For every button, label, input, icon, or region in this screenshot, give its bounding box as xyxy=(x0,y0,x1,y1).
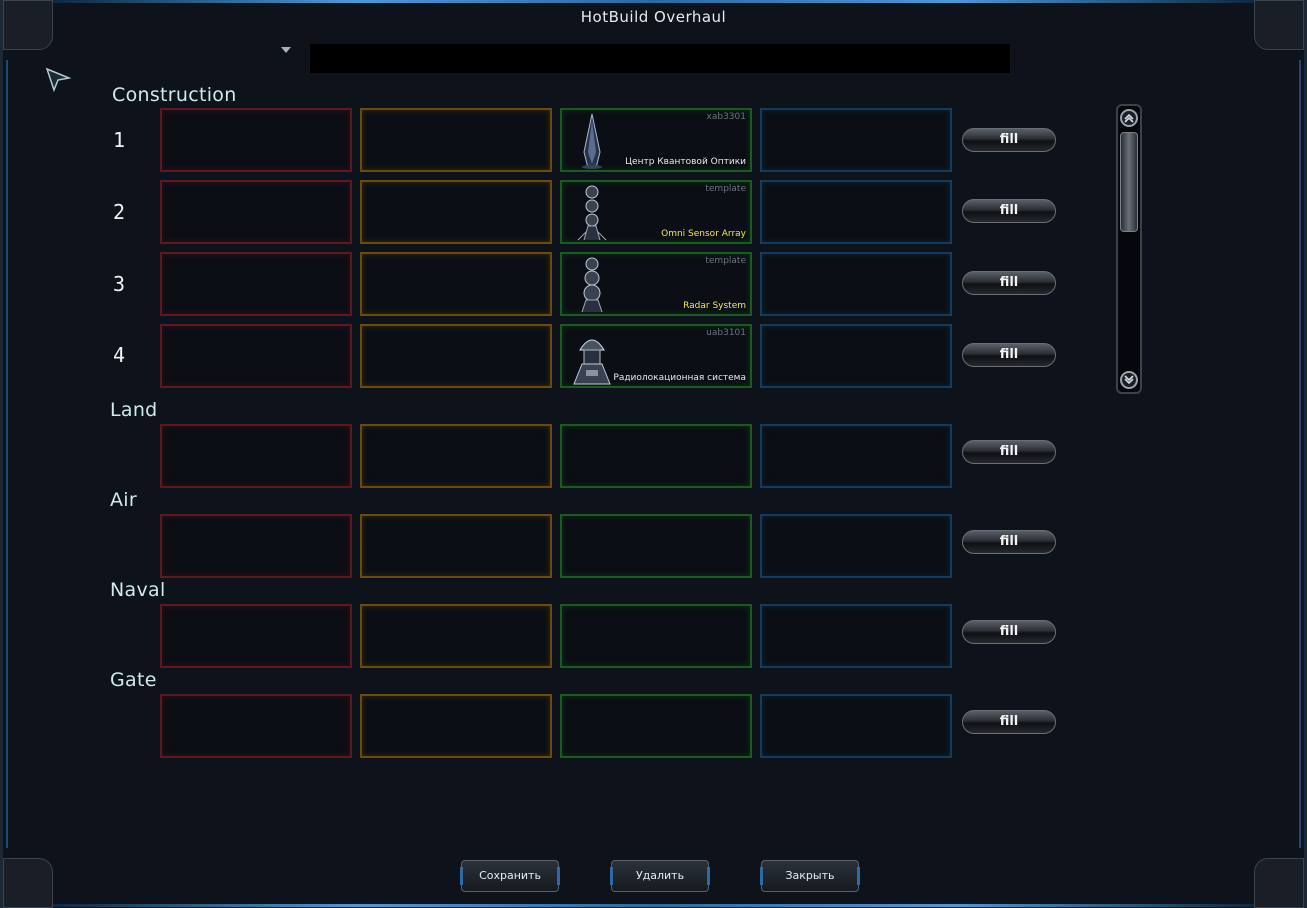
unit-name: Radar System xyxy=(683,301,746,311)
unit-code: xab3301 xyxy=(706,112,746,122)
row-number: 2 xyxy=(113,200,126,224)
slot-red[interactable] xyxy=(160,108,352,172)
window-corner xyxy=(1254,858,1304,908)
section-construction: Construction xyxy=(112,84,237,106)
slot-blue[interactable] xyxy=(760,324,952,388)
slot-blue[interactable] xyxy=(760,252,952,316)
slot-green[interactable] xyxy=(560,694,752,758)
slot-orange[interactable] xyxy=(360,694,552,758)
slot-orange[interactable] xyxy=(360,324,552,388)
section-land: Land xyxy=(110,399,158,421)
slot-orange[interactable] xyxy=(360,252,552,316)
window-top-edge xyxy=(53,0,1254,3)
slot-orange[interactable] xyxy=(360,604,552,668)
fill-button[interactable]: fill xyxy=(962,199,1056,223)
window-title: HotBuild Overhaul xyxy=(580,8,727,26)
window-left-edge xyxy=(6,60,8,848)
search-input[interactable] xyxy=(309,43,1011,74)
slot-blue[interactable] xyxy=(760,108,952,172)
row-number: 4 xyxy=(113,343,126,367)
save-button[interactable]: Сохранить xyxy=(460,860,560,892)
slot-red[interactable] xyxy=(160,604,352,668)
slot-orange[interactable] xyxy=(360,514,552,578)
slot-blue[interactable] xyxy=(760,180,952,244)
delete-button[interactable]: Удалить xyxy=(610,860,710,892)
window-corner xyxy=(3,858,53,908)
faction-dropdown[interactable] xyxy=(89,43,295,61)
row-number: 3 xyxy=(113,272,126,296)
spire-icon xyxy=(582,113,602,169)
slot-blue[interactable] xyxy=(760,694,952,758)
slot-red[interactable] xyxy=(160,180,352,244)
slot-red[interactable] xyxy=(160,694,352,758)
fill-button[interactable]: fill xyxy=(962,620,1056,644)
slot-green-uab3101[interactable]: uab3101 Радиолокационная система xyxy=(560,324,752,388)
fill-button[interactable]: fill xyxy=(962,440,1056,464)
sensor-tower-icon xyxy=(581,257,603,313)
chevron-down-icon[interactable] xyxy=(281,47,291,53)
slot-blue[interactable] xyxy=(760,604,952,668)
unit-code: template xyxy=(705,184,746,194)
slot-red[interactable] xyxy=(160,514,352,578)
fill-button[interactable]: fill xyxy=(962,710,1056,734)
section-gate: Gate xyxy=(110,669,157,691)
scroll-up-icon[interactable] xyxy=(1120,109,1138,127)
slot-red[interactable] xyxy=(160,424,352,488)
slot-green-omni-sensor[interactable]: template Omni Sensor Array xyxy=(560,180,752,244)
close-button[interactable]: Закрыть xyxy=(760,860,860,892)
unit-name: Omni Sensor Array xyxy=(661,229,746,239)
fill-button[interactable]: fill xyxy=(962,343,1056,367)
slot-green-xab3301[interactable]: xab3301 Центр Квантовой Оптики xyxy=(560,108,752,172)
slot-orange[interactable] xyxy=(360,424,552,488)
slot-red[interactable] xyxy=(160,324,352,388)
fill-button[interactable]: fill xyxy=(962,271,1056,295)
scroll-thumb[interactable] xyxy=(1120,132,1138,232)
row-number: 1 xyxy=(113,128,126,152)
slot-blue[interactable] xyxy=(760,514,952,578)
unit-name: Радиолокационная система xyxy=(613,373,746,383)
unit-code: uab3101 xyxy=(706,328,746,338)
hotbuild-window: HotBuild Overhaul Construction 1 xab3301… xyxy=(0,0,1307,908)
fill-button[interactable]: fill xyxy=(962,530,1056,554)
slot-green[interactable] xyxy=(560,424,752,488)
fill-button[interactable]: fill xyxy=(962,128,1056,152)
radar-dome-icon xyxy=(573,339,611,385)
slot-red[interactable] xyxy=(160,252,352,316)
scrollbar[interactable] xyxy=(1116,104,1142,394)
window-bottom-edge xyxy=(53,904,1254,907)
window-right-edge xyxy=(1299,60,1301,848)
unit-code: template xyxy=(705,256,746,266)
unit-name: Центр Квантовой Оптики xyxy=(625,157,746,167)
slot-green[interactable] xyxy=(560,604,752,668)
slot-green-radar-system[interactable]: template Radar System xyxy=(560,252,752,316)
section-air: Air xyxy=(110,489,137,511)
section-naval: Naval xyxy=(110,579,166,601)
scroll-down-icon[interactable] xyxy=(1120,371,1138,389)
sensor-tower-icon xyxy=(577,185,607,241)
pointer-icon xyxy=(45,67,71,92)
slot-orange[interactable] xyxy=(360,180,552,244)
slot-green[interactable] xyxy=(560,514,752,578)
slot-orange[interactable] xyxy=(360,108,552,172)
slot-blue[interactable] xyxy=(760,424,952,488)
